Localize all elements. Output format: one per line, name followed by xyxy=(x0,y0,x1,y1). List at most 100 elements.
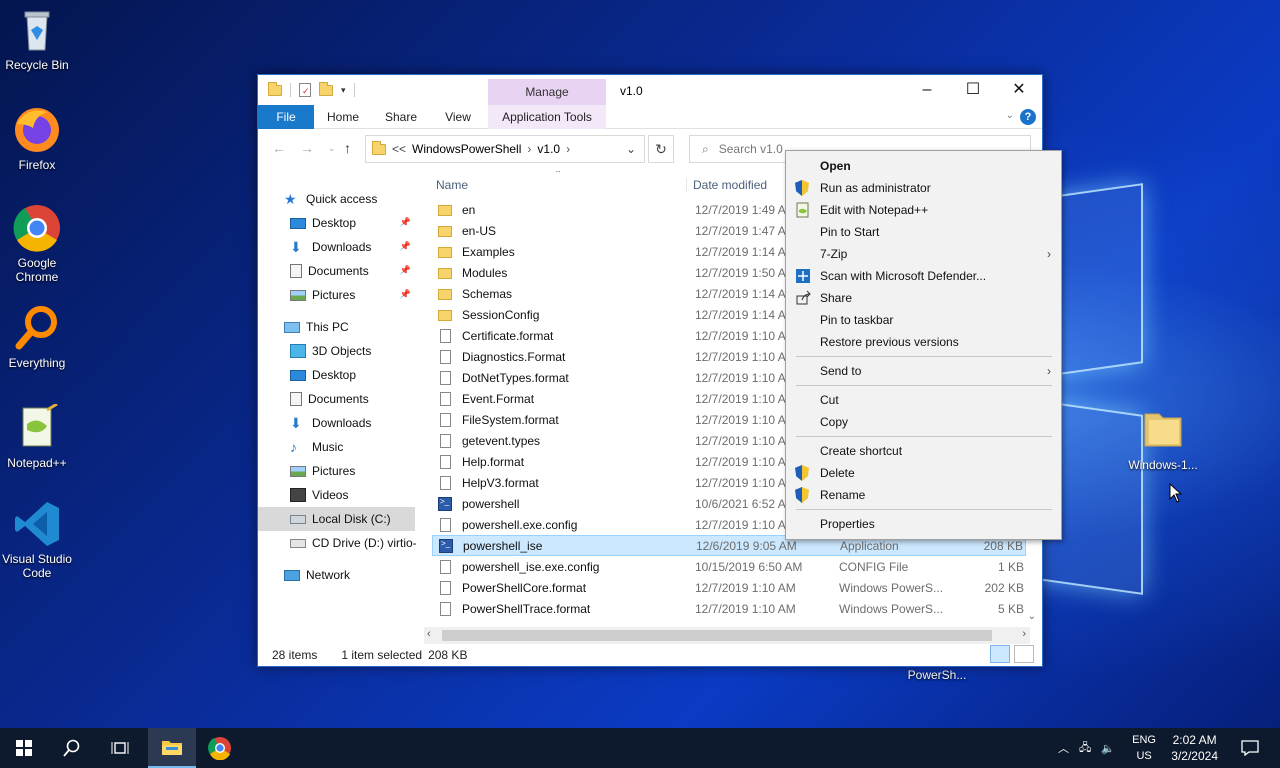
menu-item-cut[interactable]: Cut xyxy=(788,389,1059,411)
pin-icon[interactable]: 📌 xyxy=(400,241,411,252)
pin-icon[interactable]: 📌 xyxy=(400,289,411,300)
customize-qat-icon[interactable]: ▾ xyxy=(341,85,346,96)
up-button[interactable]: ↑ xyxy=(344,140,351,156)
tab-share[interactable]: Share xyxy=(374,105,428,129)
minimize-button[interactable]: – xyxy=(904,75,950,105)
column-header-name[interactable]: Name xyxy=(436,178,468,192)
tab-manage[interactable]: Manage xyxy=(488,79,606,105)
chevron-right-icon[interactable]: › xyxy=(527,142,531,156)
tab-file[interactable]: File xyxy=(258,105,314,129)
menu-item-run-as-administrator[interactable]: Run as administrator xyxy=(788,177,1059,199)
volume-icon[interactable]: 🔈 xyxy=(1101,742,1115,755)
details-view-button[interactable] xyxy=(990,645,1010,663)
forward-button[interactable]: → xyxy=(300,140,314,156)
menu-item-7-zip[interactable]: 7-Zip › xyxy=(788,243,1059,265)
nav-quick-pictures[interactable]: Pictures 📌 xyxy=(258,283,415,307)
network-icon xyxy=(284,569,300,581)
desktop-icon-notepad-plus-plus[interactable]: Notepad++ xyxy=(0,402,74,470)
menu-item-restore-previous-versions[interactable]: Restore previous versions xyxy=(788,331,1059,353)
menu-item-copy[interactable]: Copy xyxy=(788,411,1059,433)
nav-pictures[interactable]: Pictures xyxy=(258,459,415,483)
column-header-date-modified[interactable]: Date modified xyxy=(686,178,767,192)
nav-music[interactable]: ♪ Music xyxy=(258,435,415,459)
taskbar-file-explorer[interactable] xyxy=(148,728,196,768)
horizontal-scrollbar[interactable]: ‹ › xyxy=(424,627,1030,644)
document-icon xyxy=(440,328,451,343)
nav-network[interactable]: Network xyxy=(258,563,415,587)
desktop-icon-everything[interactable]: Everything xyxy=(0,304,74,370)
address-bar[interactable]: << WindowsPowerShell › v1.0 › ⌄ xyxy=(365,135,645,163)
nav-desktop[interactable]: Desktop xyxy=(258,363,415,387)
clock[interactable]: 2:02 AM 3/2/2024 xyxy=(1171,732,1218,764)
desktop-icon-google-chrome[interactable]: Google Chrome xyxy=(0,204,74,284)
desktop-icon-windows-folder[interactable]: Windows-1... xyxy=(1124,406,1202,472)
nav-downloads[interactable]: ⬇ Downloads xyxy=(258,411,415,435)
maximize-button[interactable]: ☐ xyxy=(950,75,996,105)
nav-label: Quick access xyxy=(306,192,378,206)
network-icon[interactable]: 🖧 xyxy=(1079,739,1091,758)
address-dropdown-icon[interactable]: ⌄ xyxy=(626,142,636,156)
menu-item-delete[interactable]: Delete xyxy=(788,462,1059,484)
nav-videos[interactable]: Videos xyxy=(258,483,415,507)
menu-item-scan-with-microsoft-defender[interactable]: Scan with Microsoft Defender... xyxy=(788,265,1059,287)
taskbar-chrome[interactable] xyxy=(196,728,244,768)
nav-cd-drive-d[interactable]: CD Drive (D:) virtio- xyxy=(258,531,417,555)
scroll-down-arrow[interactable]: ⌄ xyxy=(1028,611,1036,622)
desktop-icon-firefox[interactable]: Firefox xyxy=(0,106,74,172)
menu-item-open[interactable]: Open xyxy=(788,155,1059,177)
large-icons-view-button[interactable] xyxy=(1014,645,1034,663)
nav-this-pc[interactable]: This PC xyxy=(258,315,415,339)
breadcrumb-v1-0[interactable]: v1.0 xyxy=(537,142,560,156)
file-row[interactable]: powershell_ise.exe.config 10/15/2019 6:50… xyxy=(432,556,1026,577)
nav-quick-documents[interactable]: Documents 📌 xyxy=(258,259,415,283)
menu-item-pin-to-taskbar[interactable]: Pin to taskbar xyxy=(788,309,1059,331)
tab-view[interactable]: View xyxy=(432,105,484,129)
chevron-right-icon[interactable]: › xyxy=(566,142,570,156)
desktop-icon-recycle-bin[interactable]: Recycle Bin xyxy=(0,6,74,72)
nav-quick-desktop[interactable]: Desktop 📌 xyxy=(258,211,415,235)
menu-item-properties[interactable]: Properties xyxy=(788,513,1059,535)
nav-local-disk-c[interactable]: Local Disk (C:) xyxy=(258,507,415,531)
start-button[interactable] xyxy=(0,728,48,768)
tab-application-tools[interactable]: Application Tools xyxy=(488,105,606,129)
computer-icon xyxy=(284,321,300,333)
input-language[interactable]: ENG US xyxy=(1132,732,1156,764)
recent-locations-button[interactable]: ⌄ xyxy=(328,143,336,154)
close-button[interactable]: ✕ xyxy=(996,75,1042,105)
tab-home[interactable]: Home xyxy=(316,105,370,129)
properties-icon[interactable]: ✓ xyxy=(299,83,311,97)
address-overflow[interactable]: << xyxy=(392,142,406,156)
menu-item-rename[interactable]: Rename xyxy=(788,484,1059,506)
breadcrumb-windowspowershell[interactable]: WindowsPowerShell xyxy=(412,142,521,156)
desktop-icon-visual-studio-code[interactable]: Visual Studio Code xyxy=(0,500,74,580)
nav-documents[interactable]: Documents xyxy=(258,387,415,411)
document-icon xyxy=(440,391,451,406)
refresh-button[interactable]: ↻ xyxy=(648,135,674,163)
new-folder-icon[interactable] xyxy=(319,81,333,96)
nav-quick-access[interactable]: ★ Quick access xyxy=(258,187,415,211)
scroll-right-arrow[interactable]: › xyxy=(1022,628,1026,640)
file-row[interactable]: PowerShellTrace.format 12/7/2019 1:10 AM W… xyxy=(432,598,1026,619)
show-hidden-icons-chevron-icon[interactable]: ︿ xyxy=(1058,740,1069,756)
file-row[interactable]: PowerShellCore.format 12/7/2019 1:10 AM Wi… xyxy=(432,577,1026,598)
search-button[interactable] xyxy=(48,728,96,768)
search-input[interactable]: Search v1.0 xyxy=(719,142,783,156)
help-icon[interactable]: ? xyxy=(1020,109,1036,125)
drive-icon xyxy=(290,514,306,524)
pin-icon[interactable]: 📌 xyxy=(400,217,411,228)
menu-item-edit-with-notepad[interactable]: Edit with Notepad++ xyxy=(788,199,1059,221)
nav-3d-objects[interactable]: 3D Objects xyxy=(258,339,415,363)
menu-item-pin-to-start[interactable]: Pin to Start xyxy=(788,221,1059,243)
menu-item-create-shortcut[interactable]: Create shortcut xyxy=(788,440,1059,462)
menu-item-share[interactable]: Share xyxy=(788,287,1059,309)
task-view-button[interactable] xyxy=(96,728,144,768)
pin-icon[interactable]: 📌 xyxy=(400,265,411,276)
nav-quick-downloads[interactable]: ⬇ Downloads 📌 xyxy=(258,235,415,259)
scrollbar-thumb[interactable] xyxy=(442,630,992,641)
desktop-icon-powershell-shortcut[interactable]: PowerSh... xyxy=(898,668,976,682)
expand-ribbon-icon[interactable]: ⌄ xyxy=(1006,110,1014,121)
action-center-button[interactable] xyxy=(1226,728,1274,768)
back-button[interactable]: ← xyxy=(272,140,286,156)
scroll-left-arrow[interactable]: ‹ xyxy=(427,628,431,640)
menu-item-send-to[interactable]: Send to › xyxy=(788,360,1059,382)
